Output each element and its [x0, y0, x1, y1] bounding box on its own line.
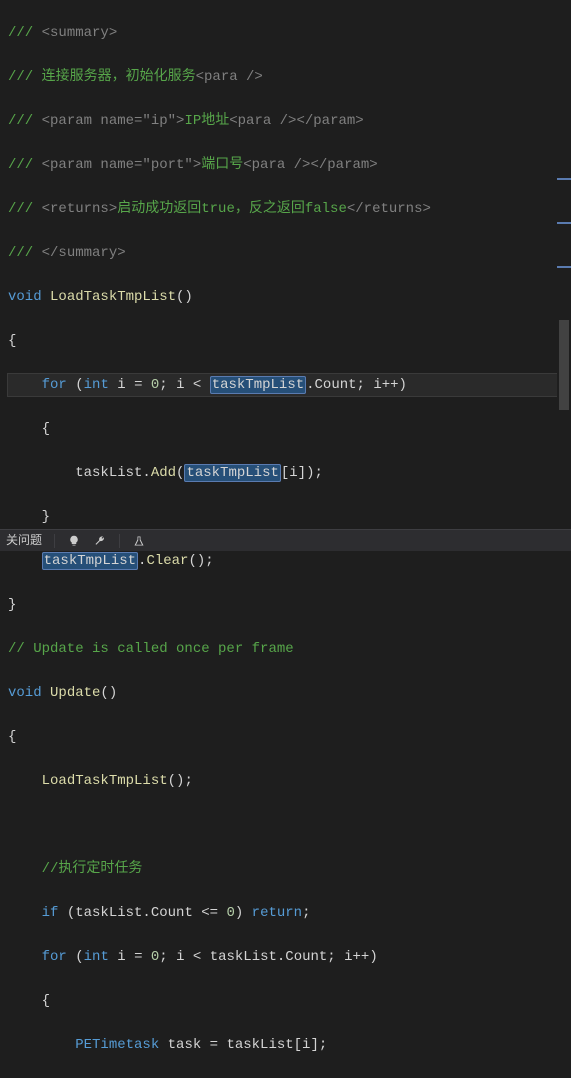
scrollbar-marker	[557, 178, 571, 180]
code-line: void Update()	[8, 682, 571, 704]
lightbulb-icon[interactable]	[67, 534, 81, 548]
vertical-scrollbar[interactable]	[557, 0, 571, 529]
code-line: {	[8, 418, 571, 440]
separator	[119, 534, 120, 548]
scrollbar-marker	[557, 222, 571, 224]
code-line: for (int i = 0; i < taskList.Count; i++)	[8, 946, 571, 968]
selection-highlight: taskTmpList	[210, 376, 306, 394]
code-line: }	[8, 594, 571, 616]
code-line: //执行定时任务	[8, 858, 571, 880]
flask-icon[interactable]	[132, 534, 146, 548]
code-line: taskList.Add(taskTmpList[i]);	[8, 462, 571, 484]
scrollbar-thumb[interactable]	[559, 320, 569, 410]
code-line: /// <param name="port">端口号<para /></para…	[8, 154, 571, 176]
selection-highlight: taskTmpList	[184, 464, 280, 482]
code-line: LoadTaskTmpList();	[8, 770, 571, 792]
code-line: if (taskList.Count <= 0) return;	[8, 902, 571, 924]
status-label[interactable]: 关问题	[6, 530, 42, 552]
code-line: /// 连接服务器，初始化服务<para />	[8, 66, 571, 88]
scrollbar-marker	[557, 266, 571, 268]
code-line: /// <returns>启动成功返回true，反之返回false</retur…	[8, 198, 571, 220]
code-line: /// </summary>	[8, 242, 571, 264]
code-line: /// <param name="ip">IP地址<para /></param…	[8, 110, 571, 132]
code-line: PETimetask task = taskList[i];	[8, 1034, 571, 1056]
code-line: }	[8, 506, 571, 528]
status-bar: 关问题	[0, 529, 571, 551]
code-line: {	[8, 990, 571, 1012]
code-line: {	[8, 330, 571, 352]
code-line	[8, 814, 571, 836]
code-line: // Update is called once per frame	[8, 638, 571, 660]
code-line: {	[8, 726, 571, 748]
code-line-current: for (int i = 0; i < taskTmpList.Count; i…	[8, 374, 571, 396]
code-line: taskTmpList.Clear();	[8, 550, 571, 572]
code-line: /// <summary>	[8, 22, 571, 44]
code-line: void LoadTaskTmpList()	[8, 286, 571, 308]
wrench-icon[interactable]	[93, 534, 107, 548]
selection-highlight: taskTmpList	[42, 552, 138, 570]
separator	[54, 534, 55, 548]
